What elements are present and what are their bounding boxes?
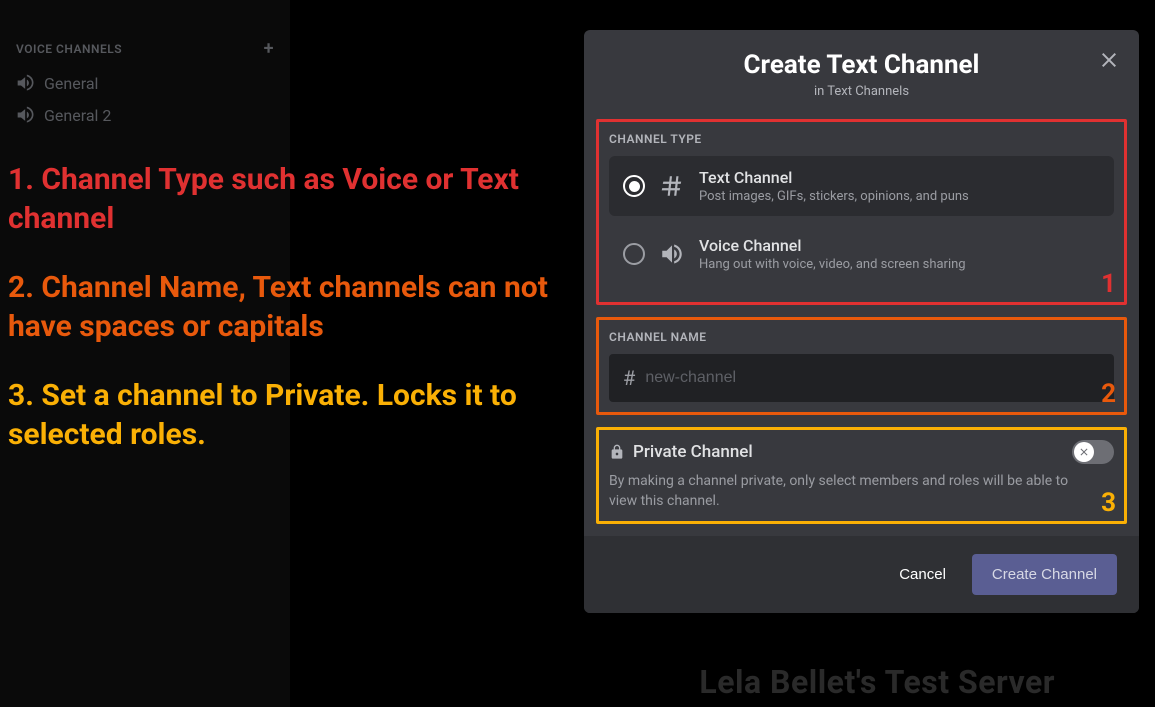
text-option-text: Text Channel Post images, GIFs, stickers… xyxy=(699,168,1100,204)
annotation-1: 1. Channel Type such as Voice or Text ch… xyxy=(8,160,568,238)
channel-type-section: CHANNEL TYPE Text Channel Post images, G… xyxy=(596,119,1127,305)
text-option-title: Text Channel xyxy=(699,168,1100,187)
modal-subtitle: in Text Channels xyxy=(584,84,1139,99)
toggle-knob xyxy=(1074,442,1094,462)
create-channel-button[interactable]: Create Channel xyxy=(972,554,1117,595)
voice-option-title: Voice Channel xyxy=(699,236,1100,255)
voice-channel-option[interactable]: Voice Channel Hang out with voice, video… xyxy=(609,224,1114,284)
private-desc: By making a channel private, only select… xyxy=(609,472,1114,511)
private-toggle[interactable] xyxy=(1072,440,1114,464)
voice-option-desc: Hang out with voice, video, and screen s… xyxy=(699,257,1100,272)
speaker-icon xyxy=(16,105,36,125)
channel-name-section: CHANNEL NAME # 2 xyxy=(596,317,1127,415)
channel-name: General 2 xyxy=(44,106,111,125)
annotation-number-3: 3 xyxy=(1101,488,1116,518)
speaker-icon xyxy=(659,241,685,267)
radio-text[interactable] xyxy=(623,175,645,197)
annotation-3: 3. Set a channel to Private. Locks it to… xyxy=(8,376,568,454)
voice-option-text: Voice Channel Hang out with voice, video… xyxy=(699,236,1100,272)
modal-title: Create Text Channel xyxy=(584,50,1139,80)
channel-name-input-wrap[interactable]: # xyxy=(609,354,1114,402)
annotation-2: 2. Channel Name, Text channels can not h… xyxy=(8,268,568,346)
text-option-desc: Post images, GIFs, stickers, opinions, a… xyxy=(699,189,1100,204)
private-title: Private Channel xyxy=(633,442,753,462)
radio-voice[interactable] xyxy=(623,243,645,265)
lock-icon xyxy=(609,444,625,460)
channel-name-label: CHANNEL NAME xyxy=(609,330,1114,344)
voice-channels-header: VOICE CHANNELS + xyxy=(0,30,290,67)
cancel-button[interactable]: Cancel xyxy=(893,556,952,593)
channel-item-general2[interactable]: General 2 xyxy=(0,99,290,131)
create-channel-modal: Create Text Channel in Text Channels CHA… xyxy=(584,30,1139,613)
annotation-number-2: 2 xyxy=(1101,379,1116,409)
channel-name: General xyxy=(44,74,98,93)
watermark-text: Lela Bellet's Test Server xyxy=(699,663,1055,701)
hash-icon xyxy=(659,173,685,199)
text-channel-option[interactable]: Text Channel Post images, GIFs, stickers… xyxy=(609,156,1114,216)
hash-icon: # xyxy=(623,366,635,390)
speaker-icon xyxy=(16,73,36,93)
add-channel-icon[interactable]: + xyxy=(264,38,274,59)
channel-item-general[interactable]: General xyxy=(0,67,290,99)
modal-footer: Cancel Create Channel xyxy=(584,536,1139,613)
private-channel-section: Private Channel By making a channel priv… xyxy=(596,427,1127,524)
close-icon[interactable] xyxy=(1097,48,1121,72)
private-left: Private Channel xyxy=(609,442,753,462)
annotations: 1. Channel Type such as Voice or Text ch… xyxy=(8,160,568,484)
private-row: Private Channel xyxy=(609,440,1114,464)
annotation-number-1: 1 xyxy=(1101,269,1116,299)
voice-channels-label: VOICE CHANNELS xyxy=(16,42,122,56)
channel-name-input[interactable] xyxy=(645,369,1100,387)
channel-type-label: CHANNEL TYPE xyxy=(609,132,1114,146)
